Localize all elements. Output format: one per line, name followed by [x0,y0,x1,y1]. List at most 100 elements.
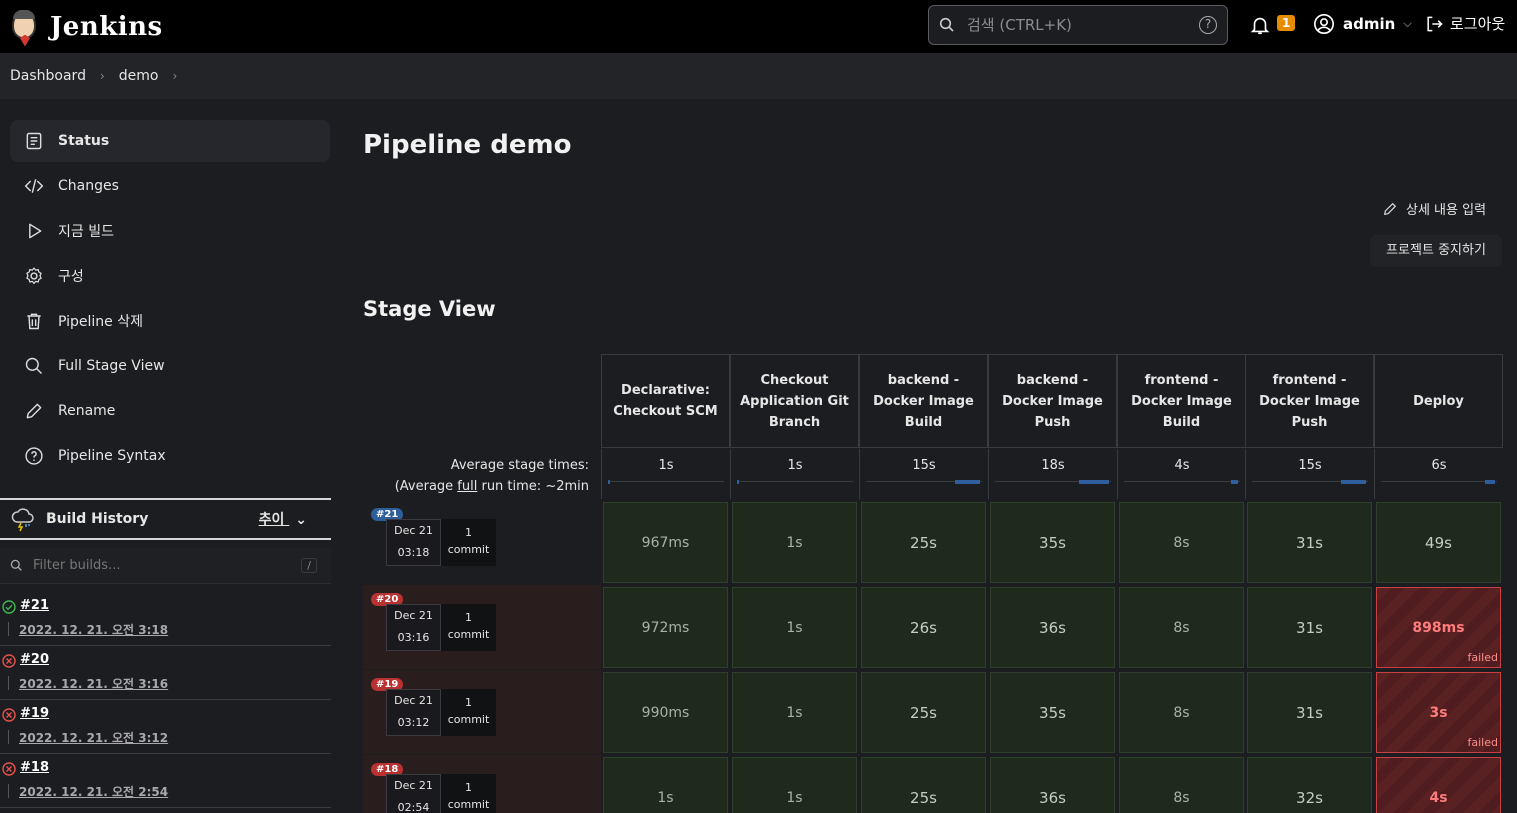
trash-icon [27,313,41,330]
search-icon [25,357,43,375]
notification-badge[interactable]: 1 [1277,15,1296,31]
stage-cell[interactable]: 35s [990,672,1115,753]
sidebar-item-changes[interactable]: Changes [10,165,330,207]
stage-cell[interactable]: 898ms failed [1376,587,1501,668]
build-filter[interactable]: / [0,548,331,584]
jenkins-home-link[interactable]: Jenkins [8,7,163,47]
user-menu[interactable]: admin ⌵ [1313,13,1412,35]
search-help-icon[interactable]: ? [1199,16,1217,34]
search-icon [939,17,954,32]
sidebar-item-status[interactable]: Status [10,120,330,162]
breadcrumb-demo[interactable]: demo [119,68,159,84]
build-number-link[interactable]: #19 [20,706,49,721]
build-history-item[interactable]: #19 2022. 12. 21. 오전 3:12 [0,700,331,754]
stage-cell[interactable]: 8s [1119,672,1244,753]
stage-cell-duration: 967ms [641,534,690,551]
build-history-item[interactable]: #18 2022. 12. 21. 오전 2:54 [0,754,331,808]
stage-average-value: 6s [1431,458,1447,473]
stage-cell[interactable]: 36s [990,587,1115,668]
build-number-link[interactable]: #18 [20,760,49,775]
breadcrumb-dashboard[interactable]: Dashboard [10,68,86,84]
stage-header: Deploy [1374,354,1503,448]
stage-cell[interactable]: 49s [1376,502,1501,583]
trend-link[interactable]: 추이 ⌄ [259,509,307,529]
run-date-day: Dec 21 [394,524,433,537]
run-date-day: Dec 21 [394,609,433,622]
stage-cell[interactable]: 8s [1119,757,1244,813]
success-icon [2,600,16,614]
chevron-right-icon[interactable]: › [172,69,177,83]
brand-name: Jenkins [50,11,163,42]
filter-builds-input[interactable] [33,558,283,573]
stage-cell[interactable]: 31s [1247,672,1372,753]
stage-cell[interactable]: 36s [990,757,1115,813]
build-time-link[interactable]: 2022. 12. 21. 오전 2:54 [19,783,168,800]
stage-cell[interactable]: 972ms [603,587,728,668]
stage-cell[interactable]: 3s failed [1376,672,1501,753]
stage-cell[interactable]: 31s [1247,502,1372,583]
sidebar-item-label: Pipeline Syntax [58,448,166,464]
stage-cell[interactable]: 25s [861,502,986,583]
stage-cell-duration: 972ms [641,619,690,636]
logout-link[interactable]: 로그아웃 [1424,13,1505,34]
run-commits[interactable]: 1 commit [441,774,496,813]
stage-cell[interactable]: 25s [861,672,986,753]
sidebar-item-build-now[interactable]: 지금 빌드 [10,210,330,252]
stage-cell-duration: 3s [1429,704,1448,721]
full-link[interactable]: full [457,479,477,494]
breadcrumb: Dashboard › demo › [0,53,1517,99]
run-commit-label: commit [447,543,490,556]
stage-cell-duration: 49s [1425,533,1452,552]
stage-average-value: 15s [912,458,936,473]
search-input[interactable] [967,16,1187,34]
build-number-link[interactable]: #21 [20,598,49,613]
search-box[interactable]: ? [928,5,1228,45]
trend-label: 추이 [258,512,285,528]
run-commits[interactable]: 1 commit [441,604,496,651]
run-row-info: #21 Dec 21 03:18 1 commit [363,500,601,584]
run-date: Dec 21 02:54 [386,774,441,813]
build-history-item[interactable]: #20 2022. 12. 21. 오전 3:16 [0,646,331,700]
stage-cell[interactable]: 1s [732,672,857,753]
stage-cell[interactable]: 32s [1247,757,1372,813]
edit-description-link[interactable]: 상세 내용 입력 [1382,199,1486,218]
stage-cell[interactable]: 967ms [603,502,728,583]
build-time-link[interactable]: 2022. 12. 21. 오전 3:16 [19,675,168,692]
stage-cell[interactable]: 1s [603,757,728,813]
stage-cell[interactable]: 31s [1247,587,1372,668]
run-commits[interactable]: 1 commit [441,689,496,736]
stage-header: frontend - Docker Image Build [1117,354,1246,448]
stage-average-bar [1485,480,1495,484]
sidebar-item-configure[interactable]: 구성 [10,255,330,297]
stage-cell[interactable]: 990ms [603,672,728,753]
edit-description-label: 상세 내용 입력 [1406,203,1487,218]
play-icon [29,223,42,239]
sidebar-item-pipeline-syntax[interactable]: Pipeline Syntax [10,435,330,477]
bell-icon[interactable] [1249,14,1271,36]
stage-cell[interactable]: 26s [861,587,986,668]
stage-cell[interactable]: 4s [1376,757,1501,813]
disable-project-button[interactable]: 프로젝트 중지하기 [1370,235,1502,267]
stage-average-value: 1s [787,458,803,473]
stage-cell[interactable]: 1s [732,757,857,813]
failed-icon [2,762,16,776]
chevron-down-icon: ⌵ [1403,17,1412,30]
build-time-link[interactable]: 2022. 12. 21. 오전 3:12 [19,729,168,746]
stage-cell[interactable]: 25s [861,757,986,813]
build-history-item[interactable]: #21 2022. 12. 21. 오전 3:18 [0,592,331,646]
stage-cell[interactable]: 35s [990,502,1115,583]
build-number-link[interactable]: #20 [20,652,49,667]
stage-cell[interactable]: 1s [732,587,857,668]
stage-cell[interactable]: 1s [732,502,857,583]
sidebar-item-full-stage-view[interactable]: Full Stage View [10,345,330,387]
stage-cell[interactable]: 8s [1119,587,1244,668]
stage-average-value: 15s [1298,458,1322,473]
run-commits[interactable]: 1 commit [441,519,496,566]
run-date-time: 03:16 [397,631,430,644]
stage-average: 15s [1245,449,1374,499]
sidebar-item-rename[interactable]: Rename [10,390,330,432]
build-time-link[interactable]: 2022. 12. 21. 오전 3:18 [19,621,168,638]
sidebar-item-delete[interactable]: Pipeline 삭제 [10,300,330,342]
stage-cell[interactable]: 8s [1119,502,1244,583]
stage-cell-duration: 1s [786,704,803,721]
